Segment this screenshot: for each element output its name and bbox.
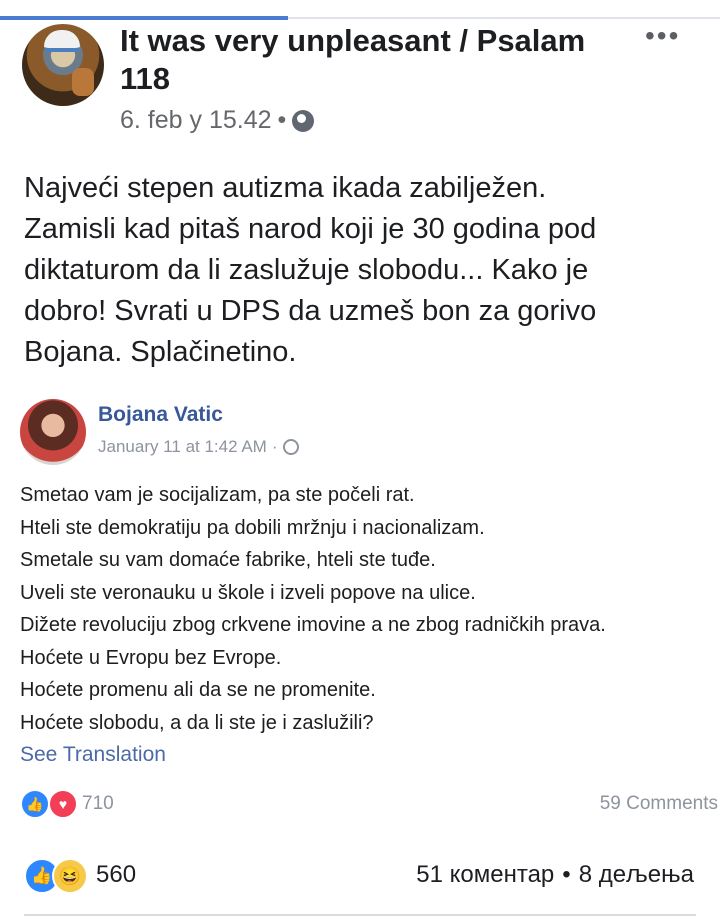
post-footer: 👍 😆 560 51 коментар • 8 дељења <box>0 850 720 900</box>
author-title-line-1: It was very unpleasant / Psalam <box>120 23 586 58</box>
loading-progress-bar <box>0 16 288 20</box>
shared-text-line: Smetao vam je socijalizam, pa ste počeli… <box>20 484 415 506</box>
bottom-divider <box>24 914 696 916</box>
avatar-hand-shape <box>72 68 94 96</box>
more-options-icon[interactable]: ••• <box>645 22 680 50</box>
author-title-line-2: 118 <box>120 61 171 96</box>
post-meta: 6. feb у 15.42 • <box>120 106 315 135</box>
globe-icon <box>292 109 315 132</box>
shared-text-line: Hoćete slobodu, a da li ste je i zasluži… <box>20 711 374 734</box>
shared-author-avatar <box>20 399 86 465</box>
post-text-line: dobro! Svrati u DPS da uzmeš bon za gori… <box>24 295 597 327</box>
shared-timestamp: January 11 at 1:42 AM <box>98 437 267 456</box>
shared-post-text: Smetao vam je socijalizam, pa ste počeli… <box>20 479 720 739</box>
shared-comments-count: 59 Comments <box>599 793 718 814</box>
comments-count[interactable]: 51 коментар <box>416 861 554 889</box>
engagement-summary: 51 коментар • 8 дељења <box>416 861 694 889</box>
post-text: Najveći stepen autizma ikada zabilježen.… <box>24 168 704 373</box>
reaction-count[interactable]: 560 <box>96 861 136 889</box>
shared-reaction-count: 710 <box>82 793 114 814</box>
love-reaction-icon: ♥ <box>48 789 78 819</box>
shared-author-name: Bojana Vatic <box>98 403 223 426</box>
shared-text-line: Hoćete u Evropu bez Evrope. <box>20 646 282 669</box>
shared-post-screenshot[interactable]: Bojana Vatic January 11 at 1:42 AM · Sme… <box>0 385 720 825</box>
author-avatar[interactable] <box>22 24 104 106</box>
shared-reactions: 👍 ♥ 710 <box>20 789 114 819</box>
engagement-separator: • <box>562 861 571 888</box>
post-text-line: Bojana. Splačinetino. <box>24 336 297 368</box>
shared-text-line: Uveli ste veronauku u škole i izveli pop… <box>20 581 476 604</box>
avatar-hat-shape <box>44 30 80 52</box>
shared-text-line: Hteli ste demokratiju pa dobili mržnju i… <box>20 516 485 539</box>
shared-post-meta: January 11 at 1:42 AM · <box>98 437 299 457</box>
post-text-line: diktaturom da li zaslužuje slobodu... Ka… <box>24 254 589 286</box>
meta-separator: • <box>277 106 287 134</box>
shared-text-line: Smetale su vam domaće fabrike, hteli ste… <box>20 549 436 571</box>
post-author-title[interactable]: It was very unpleasant / Psalam 118 <box>120 22 620 98</box>
post-text-line: Najveći stepen autizma ikada zabilježen. <box>24 172 547 204</box>
loading-progress-track <box>288 17 720 19</box>
shares-count[interactable]: 8 дељења <box>579 861 694 889</box>
shared-text-line: Hoćete promenu ali da se ne promenite. <box>20 679 376 701</box>
see-translation-link: See Translation <box>20 743 166 766</box>
post-timestamp[interactable]: 6. feb у 15.42 <box>120 106 272 135</box>
shared-text-line: Dižete revoluciju zbog crkvene imovine a… <box>20 614 606 636</box>
shared-meta-separator: · <box>271 437 278 456</box>
haha-reaction-icon[interactable]: 😆 <box>52 858 88 894</box>
like-reaction-icon: 👍 <box>20 789 50 819</box>
post-text-line: Zamisli kad pitaš narod koji je 30 godin… <box>24 213 597 245</box>
shared-globe-icon <box>282 439 299 455</box>
